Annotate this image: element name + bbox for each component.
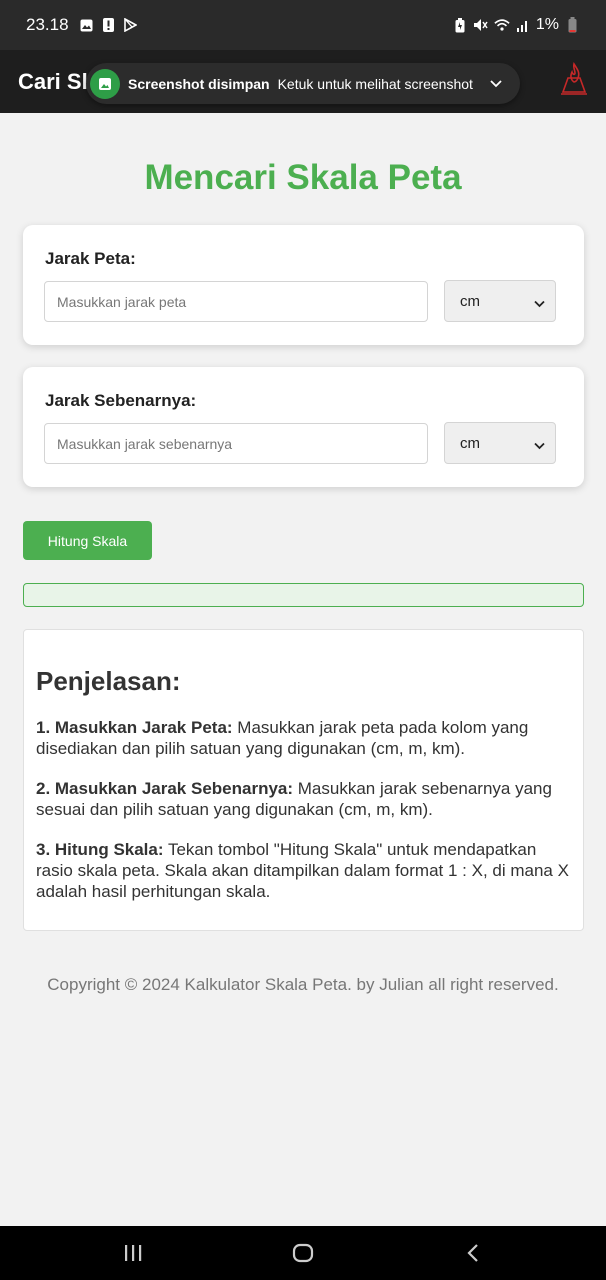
page-title: Mencari Skala Peta xyxy=(144,158,462,197)
explanation-item-heading: 1. Masukkan Jarak Peta: xyxy=(36,718,233,737)
play-store-icon xyxy=(123,17,139,33)
back-icon[interactable] xyxy=(461,1242,485,1264)
chevron-down-icon[interactable] xyxy=(490,75,502,91)
status-time: 23.18 xyxy=(26,15,69,34)
footer-copyright: Copyright © 2024 Kalkulator Skala Peta. … xyxy=(47,975,559,994)
explanation-item-heading: 3. Hitung Skala: xyxy=(36,840,164,859)
status-left-icons xyxy=(79,17,139,33)
chevron-down-icon xyxy=(534,295,545,312)
explanation-item: 3. Hitung Skala: Tekan tombol "Hitung Sk… xyxy=(36,839,571,902)
alert-icon xyxy=(101,17,117,33)
recents-icon[interactable] xyxy=(121,1242,145,1264)
map-distance-card: Jarak Peta: cm xyxy=(23,225,584,345)
toast-message: Ketuk untuk melihat screenshot xyxy=(277,75,473,92)
real-distance-unit-select[interactable]: cm xyxy=(444,422,556,464)
real-distance-label: Jarak Sebenarnya: xyxy=(45,391,197,410)
home-icon[interactable] xyxy=(291,1242,315,1264)
real-distance-card: Jarak Sebenarnya: cm xyxy=(23,367,584,487)
result-box xyxy=(23,583,584,607)
battery-saver-icon xyxy=(452,17,468,33)
screenshot-toast[interactable]: Screenshot disimpan Ketuk untuk melihat … xyxy=(86,63,520,104)
gallery-icon xyxy=(79,17,95,33)
explanation-item: 2. Masukkan Jarak Sebenarnya: Masukkan j… xyxy=(36,778,571,820)
battery-icon xyxy=(564,17,580,33)
navigation-bar xyxy=(0,1226,606,1280)
map-distance-input[interactable] xyxy=(44,281,428,322)
flame-logo-icon[interactable] xyxy=(558,60,590,100)
real-distance-unit-value: cm xyxy=(460,434,480,452)
screenshot-gallery-icon xyxy=(90,68,120,99)
map-distance-unit-value: cm xyxy=(460,292,480,310)
explanation-item-heading: 2. Masukkan Jarak Sebenarnya: xyxy=(36,779,294,798)
status-bar: 23.18 1% xyxy=(0,0,606,50)
real-distance-input[interactable] xyxy=(44,423,428,464)
app-title: Cari Sk xyxy=(18,68,94,94)
mute-icon xyxy=(473,17,489,33)
explanation-item: 1. Masukkan Jarak Peta: Masukkan jarak p… xyxy=(36,717,571,759)
map-distance-label: Jarak Peta: xyxy=(45,249,136,268)
status-right: 1% xyxy=(452,16,580,34)
explanation-title: Penjelasan: xyxy=(36,666,181,696)
explanation-panel: Penjelasan: 1. Masukkan Jarak Peta: Masu… xyxy=(23,629,584,931)
battery-percent: 1% xyxy=(535,16,559,33)
signal-icon xyxy=(515,17,531,33)
chevron-down-icon xyxy=(534,437,545,454)
map-distance-unit-select[interactable]: cm xyxy=(444,280,556,322)
toast-title: Screenshot disimpan xyxy=(128,75,270,92)
wifi-icon xyxy=(494,17,510,33)
calculate-scale-button[interactable]: Hitung Skala xyxy=(23,521,152,560)
